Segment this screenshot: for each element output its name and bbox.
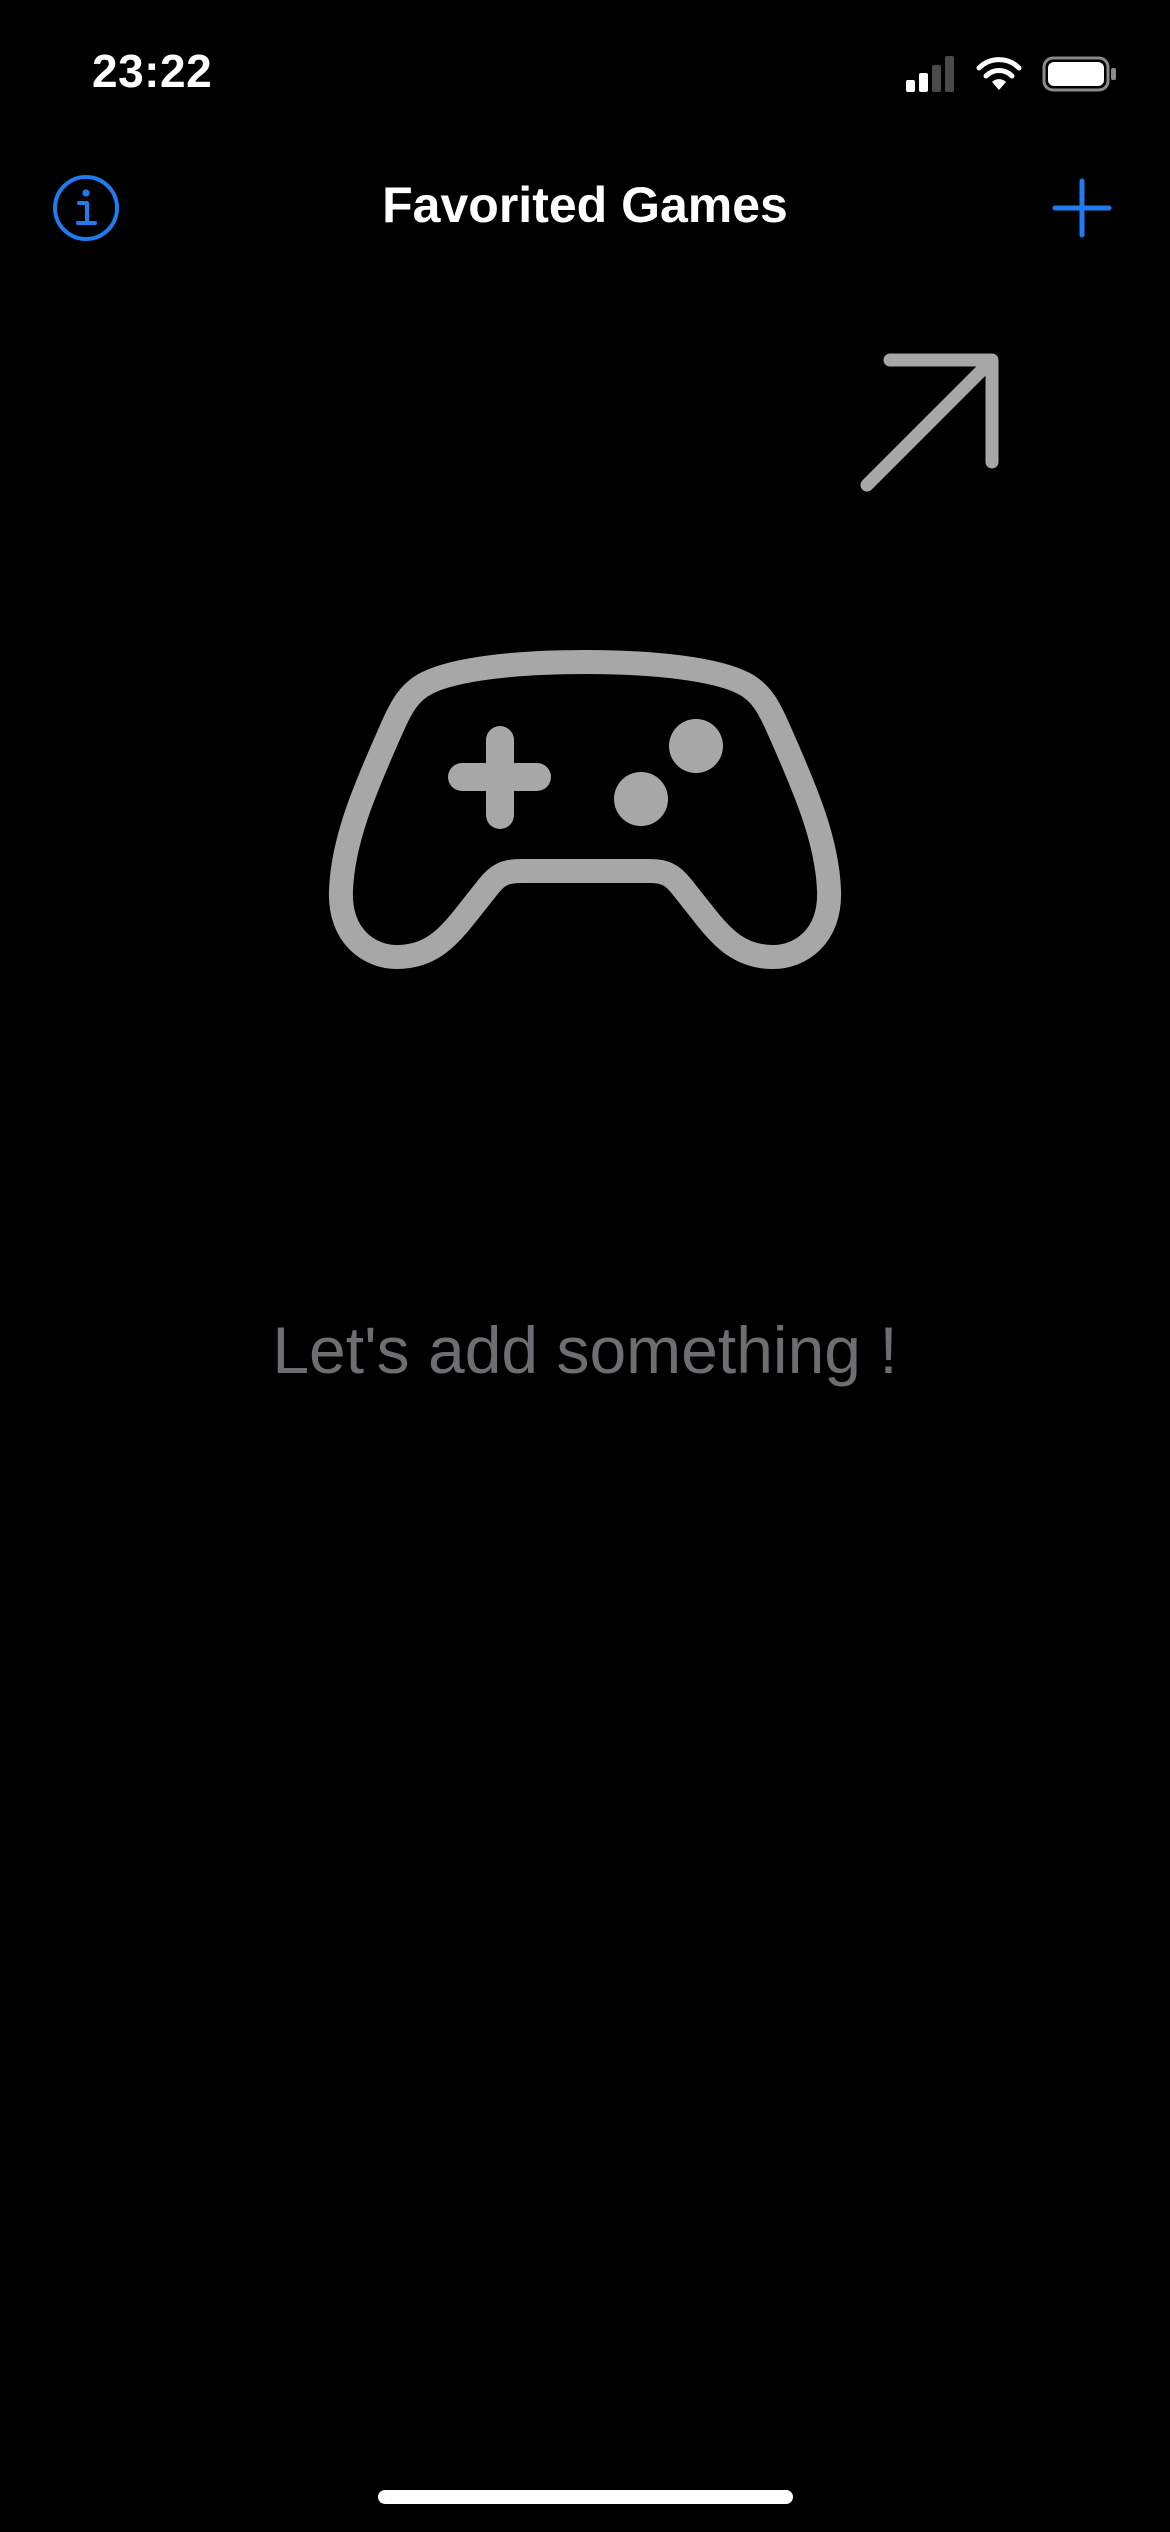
add-game-button[interactable]: [1046, 172, 1118, 244]
nav-bar: Favorited Games: [0, 140, 1170, 275]
hint-arrow: [850, 345, 1010, 505]
wifi-icon: [976, 57, 1022, 90]
status-icons: [906, 52, 1118, 96]
empty-illustration: [325, 645, 845, 980]
arrow-up-right-icon: [860, 353, 999, 492]
cellular-signal-icon: [906, 56, 954, 92]
home-indicator[interactable]: [378, 2490, 793, 2504]
battery-icon: [1042, 56, 1116, 92]
plus-icon: [1052, 178, 1112, 238]
status-bar: 23:22: [0, 0, 1170, 140]
empty-state-message: Let's add something !: [272, 1313, 898, 1387]
page-title: Favorited Games: [382, 177, 788, 233]
status-time: 23:22: [92, 45, 213, 97]
game-controller-icon: [328, 650, 842, 969]
